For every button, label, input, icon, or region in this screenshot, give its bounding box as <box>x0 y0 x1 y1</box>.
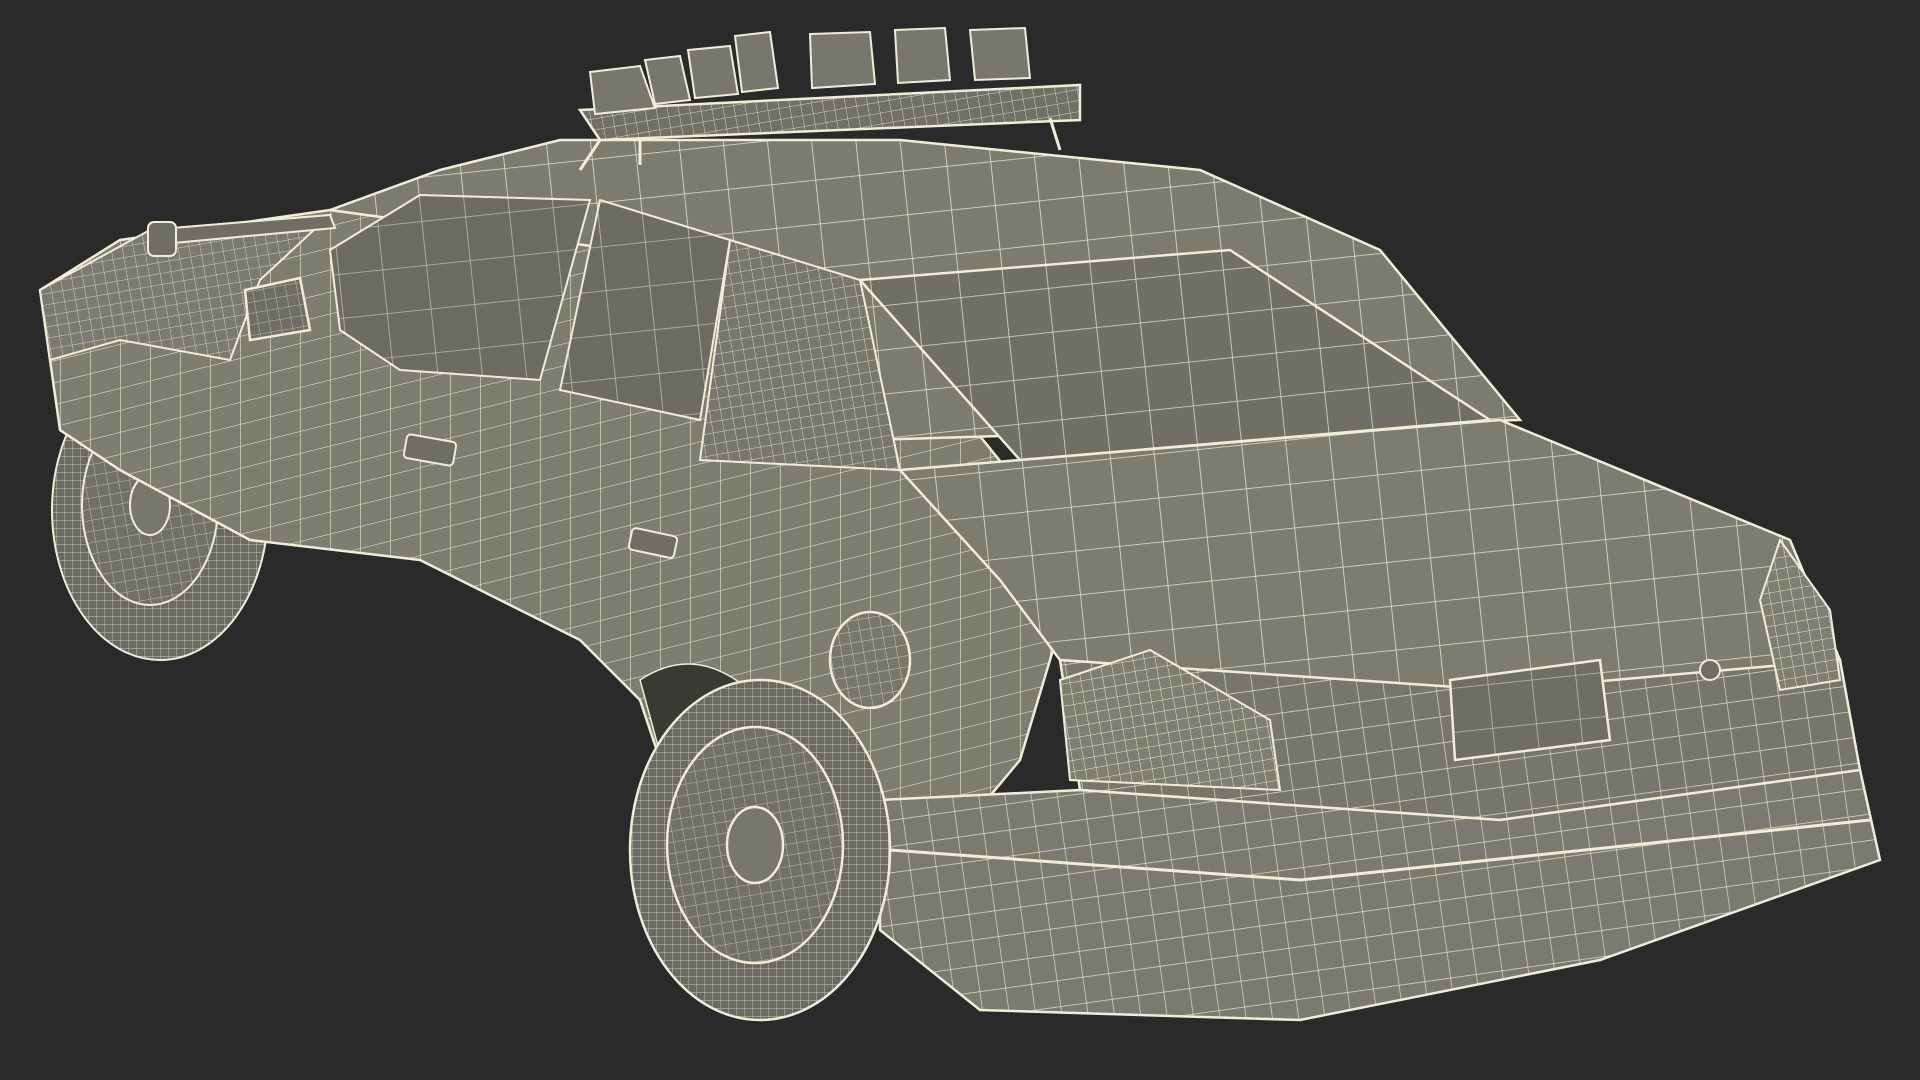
fuel-door <box>828 610 912 710</box>
render-viewport <box>0 0 1920 1080</box>
side-mirror <box>243 276 312 342</box>
trunk-emblem <box>1699 659 1721 681</box>
car-render <box>38 26 1882 1022</box>
